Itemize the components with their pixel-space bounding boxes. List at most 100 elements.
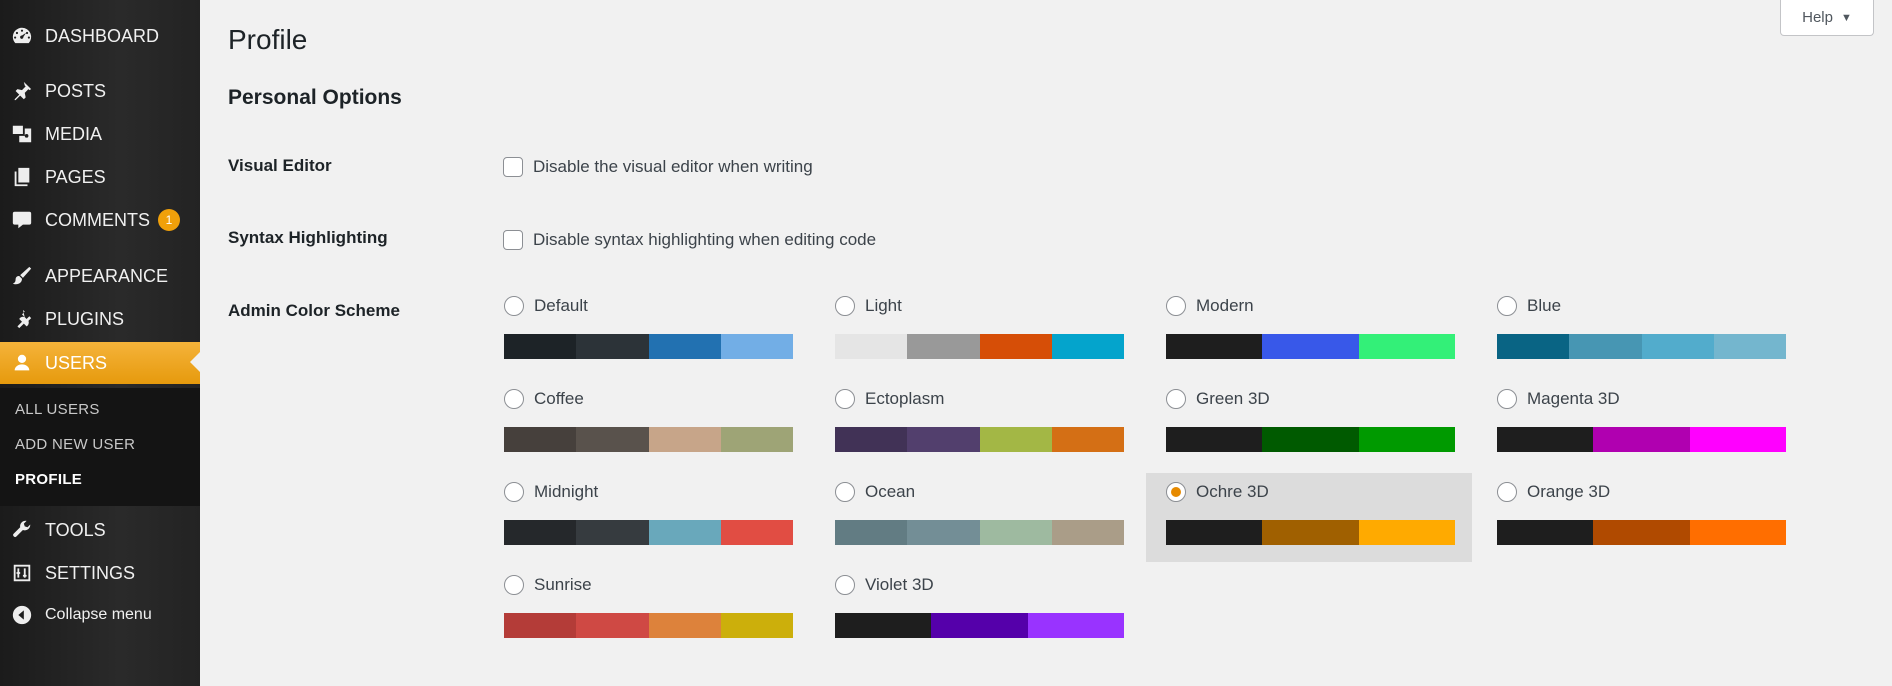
color-scheme-option[interactable]: Default (484, 287, 810, 376)
collapse-menu-button[interactable]: Collapse menu (0, 595, 200, 635)
color-swatch (648, 427, 721, 452)
color-swatch (1358, 520, 1455, 545)
color-swatch (504, 520, 577, 545)
color-scheme-option[interactable]: Modern (1146, 287, 1472, 376)
color-swatch (931, 613, 1028, 638)
color-scheme-option[interactable]: Light (815, 287, 1141, 376)
color-scheme-radio-row[interactable]: Modern (1166, 296, 1254, 316)
color-scheme-radio-row[interactable]: Ocean (835, 482, 915, 502)
menu-label: APPEARANCE (45, 265, 169, 286)
collapse-icon (10, 603, 34, 627)
color-scheme-radio[interactable] (1166, 296, 1186, 316)
color-scheme-option[interactable]: Sunrise (484, 566, 810, 655)
menu-comments[interactable]: COMMENTS 1 (0, 200, 200, 240)
color-scheme-option[interactable]: Violet 3D (815, 566, 1141, 655)
menu-tools[interactable]: TOOLS (0, 510, 200, 550)
visual-editor-label: Visual Editor (228, 156, 332, 175)
color-scheme-radio-row[interactable]: Ochre 3D (1166, 482, 1269, 502)
submenu-add-new-user[interactable]: ADD NEW USER (15, 436, 135, 453)
menu-label: TOOLS (45, 519, 106, 540)
help-button[interactable]: Help ▼ (1780, 0, 1874, 36)
visual-editor-checkbox[interactable] (503, 157, 523, 177)
color-swatch (720, 427, 793, 452)
media-icon (10, 122, 34, 146)
menu-label: PAGES (45, 166, 106, 187)
color-scheme-radio-row[interactable]: Green 3D (1166, 389, 1270, 409)
color-scheme-radio[interactable] (504, 482, 524, 502)
color-scheme-radio[interactable] (1497, 389, 1517, 409)
color-scheme-radio[interactable] (835, 575, 855, 595)
color-scheme-name: Magenta 3D (1527, 389, 1620, 408)
color-scheme-radio-row[interactable]: Default (504, 296, 588, 316)
syntax-highlighting-label: Syntax Highlighting (228, 228, 388, 247)
color-scheme-radio[interactable] (1497, 296, 1517, 316)
color-scheme-radio-row[interactable]: Midnight (504, 482, 598, 502)
color-swatch (1569, 334, 1642, 359)
color-scheme-radio-row[interactable]: Ectoplasm (835, 389, 944, 409)
color-scheme-radio[interactable] (1166, 482, 1186, 502)
color-swatches (1497, 427, 1786, 452)
color-scheme-option[interactable]: Ocean (815, 473, 1141, 562)
color-scheme-radio[interactable] (835, 482, 855, 502)
color-swatch (576, 613, 649, 638)
menu-posts[interactable]: POSTS (0, 71, 200, 111)
color-scheme-option[interactable]: Coffee (484, 380, 810, 469)
color-scheme-option[interactable]: Green 3D (1146, 380, 1472, 469)
color-swatches (504, 427, 793, 452)
color-swatches (1497, 334, 1786, 359)
color-scheme-radio[interactable] (1497, 482, 1517, 502)
color-scheme-radio[interactable] (504, 575, 524, 595)
color-swatch (835, 427, 908, 452)
menu-appearance[interactable]: APPEARANCE (0, 256, 200, 296)
color-scheme-option[interactable]: Midnight (484, 473, 810, 562)
color-scheme-radio-row[interactable]: Blue (1497, 296, 1561, 316)
color-scheme-radio[interactable] (835, 389, 855, 409)
plugin-icon (10, 307, 34, 331)
color-scheme-option[interactable]: Orange 3D (1477, 473, 1803, 562)
menu-dashboard[interactable]: DASHBOARD (0, 16, 200, 56)
color-swatch (835, 334, 908, 359)
color-swatch (1641, 334, 1714, 359)
syntax-highlighting-option[interactable]: Disable syntax highlighting when editing… (503, 230, 876, 250)
syntax-highlighting-checkbox[interactable] (503, 230, 523, 250)
page-title: Profile (228, 24, 308, 55)
color-scheme-radio-row[interactable]: Sunrise (504, 575, 592, 595)
color-scheme-option[interactable]: Ectoplasm (815, 380, 1141, 469)
color-swatch (1358, 427, 1455, 452)
color-scheme-name: Orange 3D (1527, 482, 1611, 501)
wrench-icon (10, 518, 34, 542)
color-scheme-name: Green 3D (1196, 389, 1270, 408)
color-swatch (1689, 520, 1786, 545)
color-swatch (835, 613, 932, 638)
menu-pages[interactable]: PAGES (0, 157, 200, 197)
color-swatches (1166, 334, 1455, 359)
menu-plugins[interactable]: PLUGINS (0, 299, 200, 339)
color-scheme-radio[interactable] (1166, 389, 1186, 409)
submenu-all-users[interactable]: ALL USERS (15, 401, 100, 418)
color-scheme-radio[interactable] (504, 296, 524, 316)
menu-media[interactable]: MEDIA (0, 114, 200, 154)
color-swatch (1262, 427, 1359, 452)
users-submenu: ALL USERS ADD NEW USER PROFILE (0, 388, 200, 506)
color-scheme-radio-row[interactable]: Magenta 3D (1497, 389, 1620, 409)
color-scheme-radio-row[interactable]: Violet 3D (835, 575, 934, 595)
color-scheme-radio-row[interactable]: Light (835, 296, 902, 316)
visual-editor-option[interactable]: Disable the visual editor when writing (503, 157, 813, 177)
color-scheme-radio[interactable] (504, 389, 524, 409)
submenu-profile[interactable]: PROFILE (15, 471, 82, 488)
color-scheme-option[interactable]: Magenta 3D (1477, 380, 1803, 469)
menu-label: COMMENTS (45, 209, 150, 230)
color-scheme-radio[interactable] (835, 296, 855, 316)
color-swatch (1262, 520, 1359, 545)
pages-icon (10, 165, 34, 189)
comment-icon (10, 208, 34, 232)
color-scheme-option[interactable]: Blue (1477, 287, 1803, 376)
menu-settings[interactable]: SETTINGS (0, 553, 200, 593)
color-scheme-option[interactable]: Ochre 3D (1146, 473, 1472, 562)
menu-users[interactable]: USERS (0, 342, 200, 384)
color-swatch (907, 520, 980, 545)
color-scheme-radio-row[interactable]: Orange 3D (1497, 482, 1610, 502)
color-swatch (1689, 427, 1786, 452)
color-scheme-name: Ochre 3D (1196, 482, 1269, 501)
color-scheme-radio-row[interactable]: Coffee (504, 389, 584, 409)
